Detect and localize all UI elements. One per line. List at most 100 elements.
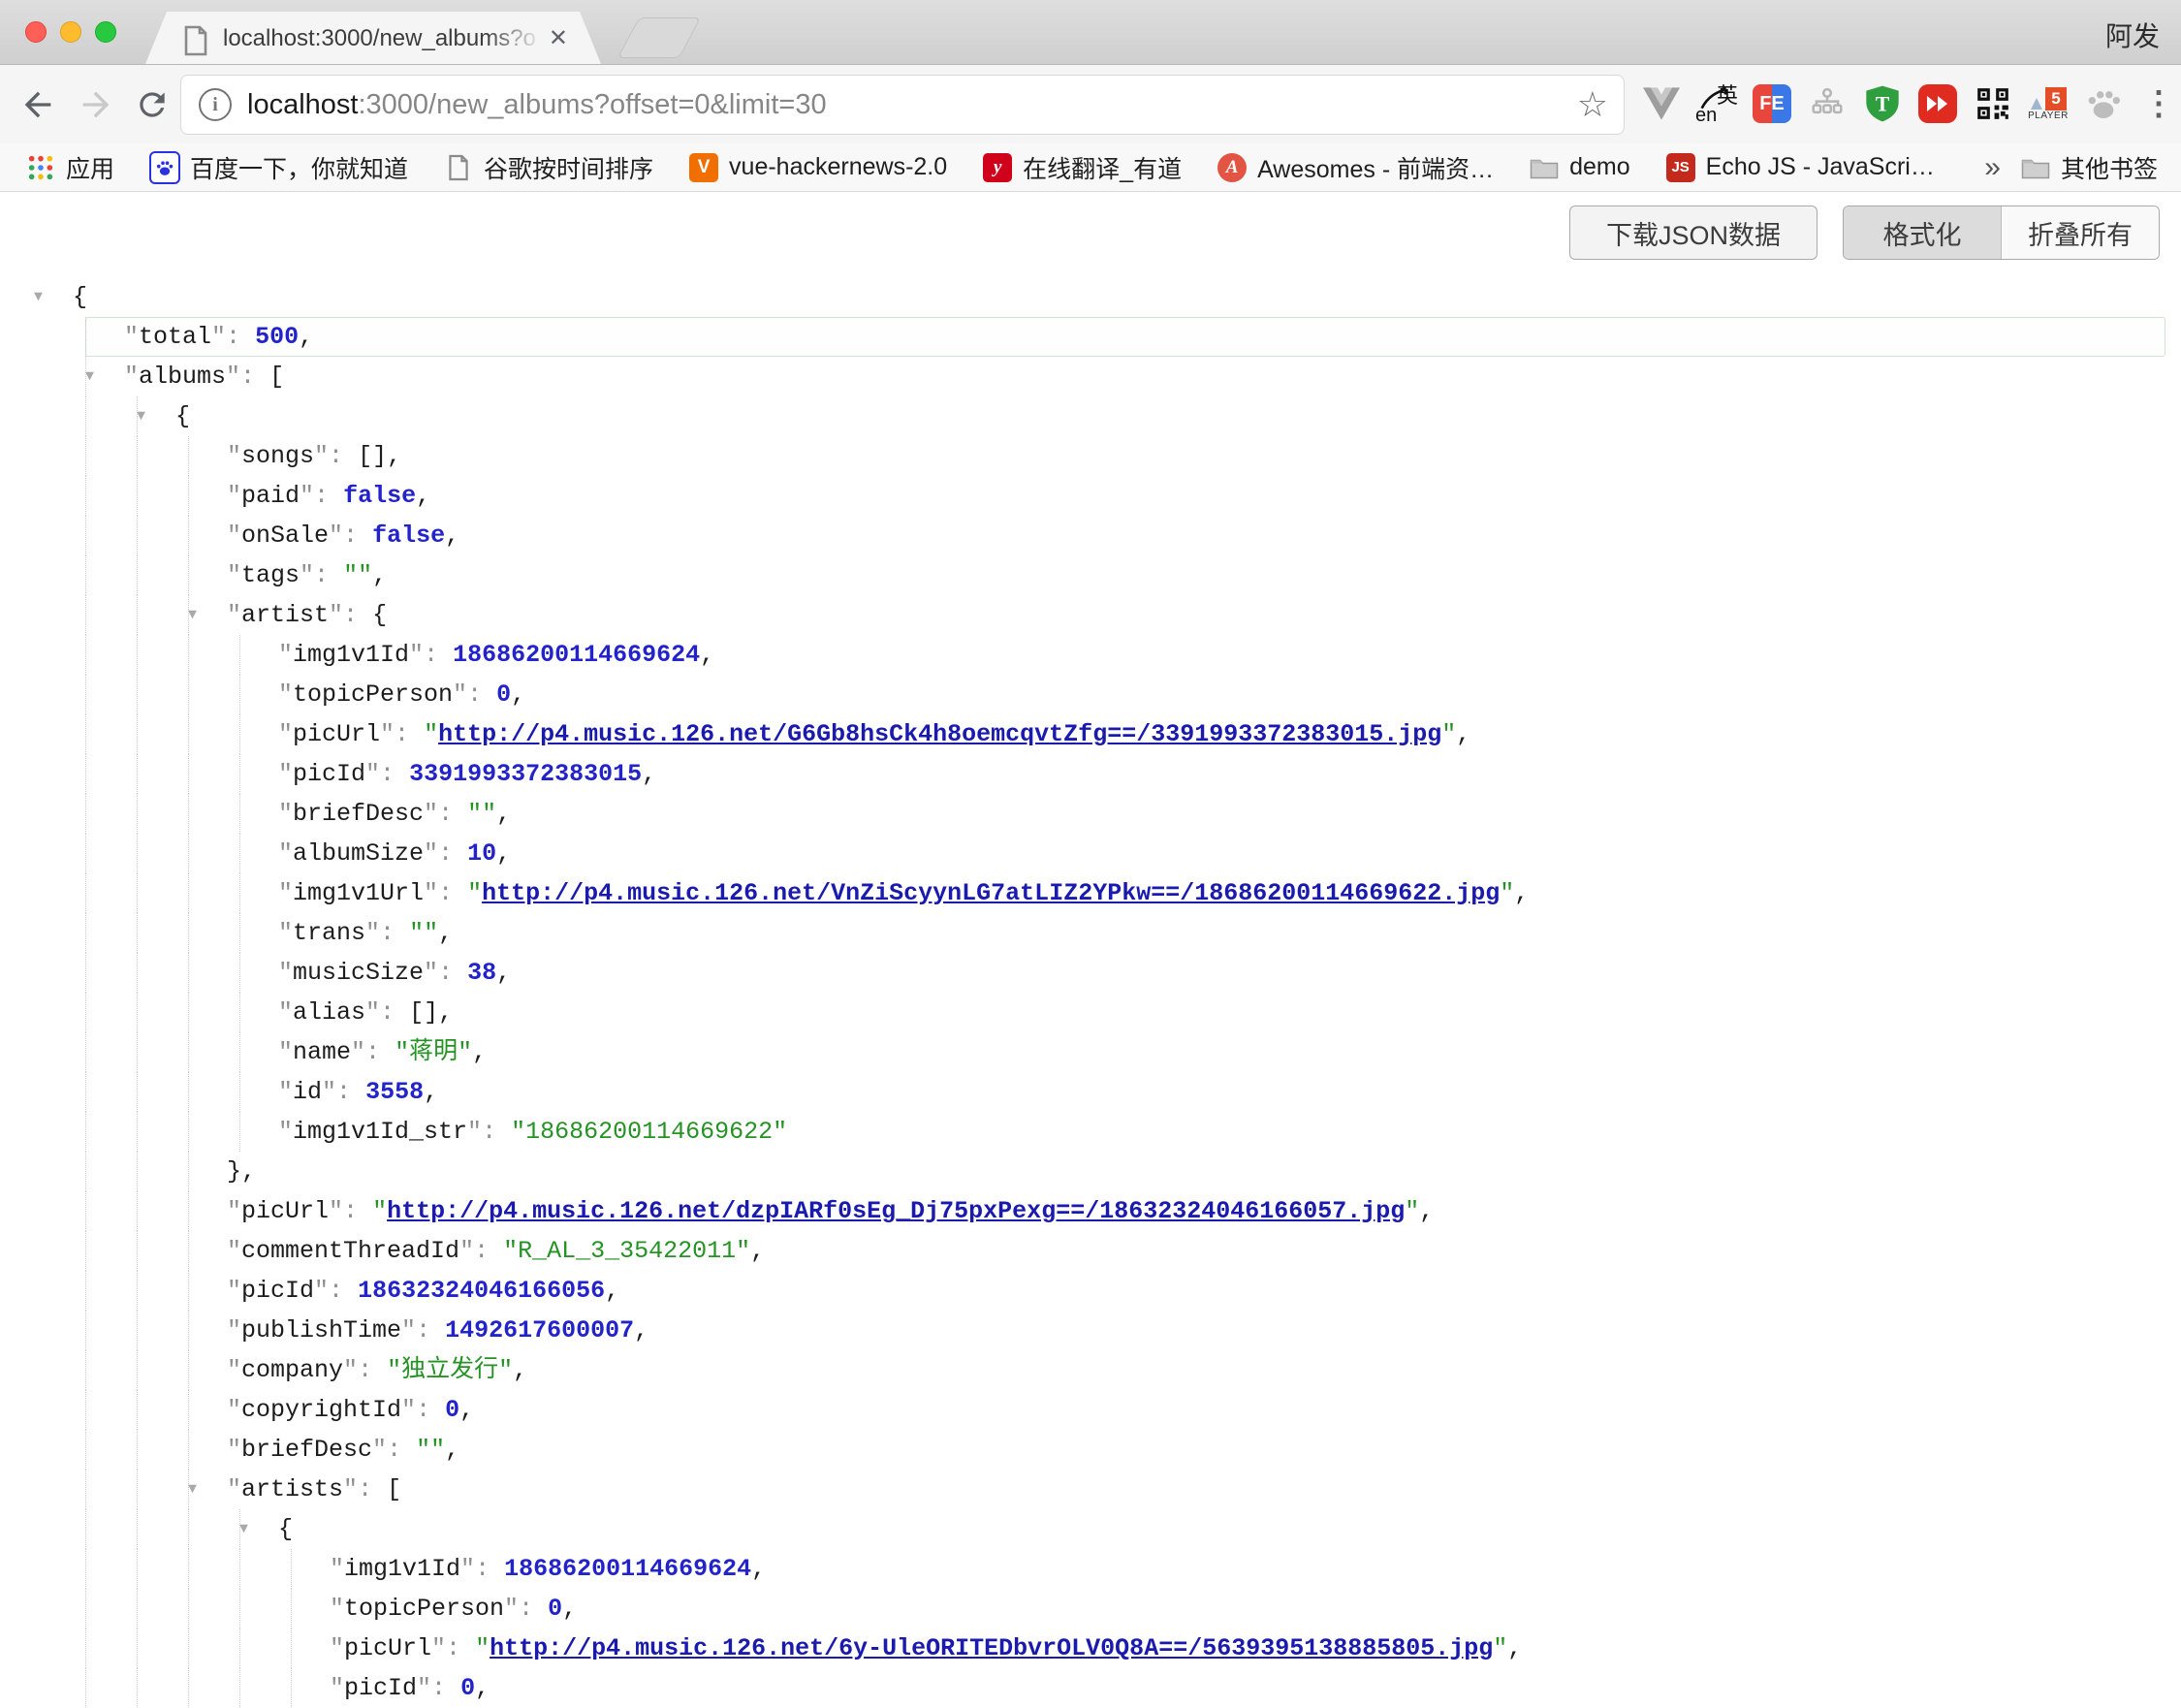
indent-guide — [85, 595, 86, 635]
forward-button[interactable] — [74, 82, 118, 127]
indent-guide — [239, 993, 240, 1032]
maximize-window-button[interactable] — [95, 21, 116, 43]
indent-guide — [188, 913, 189, 953]
json-line: "picUrl": "http://p4.music.126.net/6y-Ul… — [0, 1629, 2181, 1668]
indent-guide — [85, 834, 86, 873]
json-string-value: "" — [343, 561, 372, 589]
indent-guide — [239, 953, 240, 993]
indent-guide — [85, 1629, 86, 1668]
bookmark-item-apps[interactable]: 应用 — [25, 150, 114, 185]
indent-guide — [188, 635, 189, 675]
url-text[interactable]: localhost:3000/new_albums?offset=0&limit… — [247, 89, 827, 121]
indent-guide — [188, 1350, 189, 1390]
bookmark-item-youdao[interactable]: y 在线翻译_有道 — [982, 150, 1182, 185]
url-bar[interactable]: i localhost:3000/new_albums?offset=0&lim… — [180, 75, 1625, 135]
indent-guide — [188, 873, 189, 913]
bookmarks-overflow-icon[interactable]: » — [1984, 151, 2001, 184]
json-key: img1v1Id — [293, 641, 409, 669]
paw-icon[interactable] — [2082, 82, 2125, 125]
profile-name[interactable]: 阿发 — [2105, 16, 2160, 54]
json-key: name — [293, 1038, 351, 1066]
tampermonkey-shield-icon[interactable]: T — [1861, 82, 1904, 125]
bookmark-item-demo[interactable]: demo — [1529, 152, 1630, 183]
indent-guide — [137, 1509, 138, 1549]
indent-guide — [85, 1152, 86, 1191]
indent-guide — [137, 953, 138, 993]
indent-guide — [85, 1072, 86, 1112]
browser-tab[interactable]: localhost:3000/new_albums?o ✕ — [145, 12, 601, 64]
bookmark-other-folder[interactable]: 其他书签 — [2020, 150, 2158, 185]
reload-button[interactable] — [130, 82, 174, 127]
bookmark-item-awesomes[interactable]: A Awesomes - 前端资… — [1217, 150, 1494, 185]
indent-guide — [188, 834, 189, 873]
apps-grid-icon — [25, 152, 56, 183]
collapse-toggle-icon[interactable]: ▼ — [188, 595, 197, 635]
url-link[interactable]: http://p4.music.126.net/dzpIARf0sEg_Dj75… — [387, 1197, 1405, 1225]
json-string-value: "" — [467, 800, 496, 828]
indent-guide — [137, 993, 138, 1032]
indent-guide — [137, 834, 138, 873]
format-button[interactable]: 格式化 — [1844, 206, 2002, 259]
url-link[interactable]: http://p4.music.126.net/VnZiScyynLG7atLI… — [482, 879, 1500, 907]
json-line: ▼{ — [0, 277, 2181, 317]
json-key: topicPerson — [344, 1595, 504, 1623]
translate-icon[interactable]: 英 en — [1695, 82, 1738, 125]
indent-guide — [188, 1668, 189, 1708]
json-line: "company": "独立发行", — [0, 1350, 2181, 1390]
bookmark-item-echojs[interactable]: JS Echo JS - JavaScri… — [1665, 152, 1935, 183]
url-link[interactable]: http://p4.music.126.net/6y-UleORITEDbvrO… — [490, 1634, 1493, 1662]
close-window-button[interactable] — [25, 21, 47, 43]
download-json-button[interactable]: 下载JSON数据 — [1569, 206, 1818, 260]
indent-guide — [137, 1470, 138, 1509]
back-button[interactable] — [16, 82, 60, 127]
json-line: "copyrightId": 0, — [0, 1390, 2181, 1430]
tab-title: localhost:3000/new_albums?o — [223, 25, 543, 54]
json-key: id — [293, 1078, 322, 1106]
h5player-icon[interactable]: 5 PLAYER — [2027, 82, 2070, 125]
collapse-toggle-icon[interactable]: ▼ — [188, 1470, 197, 1509]
new-tab-button[interactable] — [617, 17, 701, 58]
youdao-y-icon: y — [982, 152, 1013, 183]
json-key: songs — [241, 442, 314, 470]
collapse-toggle-icon[interactable]: ▼ — [137, 396, 145, 436]
json-line: "briefDesc": "", — [0, 1430, 2181, 1470]
json-tree: ▼{"total": 500,▼"albums": [▼{"songs": []… — [0, 277, 2181, 1708]
indent-guide — [85, 754, 86, 794]
indent-guide — [85, 794, 86, 834]
vue-devtools-icon[interactable] — [1640, 82, 1683, 125]
indent-guide — [85, 675, 86, 714]
collapse-all-button[interactable]: 折叠所有 — [2002, 206, 2159, 259]
json-line: ▼{ — [0, 396, 2181, 436]
indent-guide — [85, 913, 86, 953]
minimize-window-button[interactable] — [60, 21, 81, 43]
indent-guide — [239, 1589, 240, 1629]
sitemap-icon[interactable] — [1806, 82, 1849, 125]
window-titlebar: localhost:3000/new_albums?o ✕ 阿发 — [0, 0, 2181, 65]
bookmark-item-google-sort[interactable]: 谷歌按时间排序 — [443, 150, 653, 185]
indent-guide — [137, 1032, 138, 1072]
bookmark-item-vue-hackernews[interactable]: V vue-hackernews-2.0 — [688, 152, 947, 183]
fast-forward-icon[interactable] — [1916, 82, 1959, 125]
json-string-value: "独立发行" — [387, 1356, 513, 1384]
indent-guide — [85, 1430, 86, 1470]
url-link[interactable]: http://p4.music.126.net/G6Gb8hsCk4h8oemc… — [438, 720, 1441, 748]
json-key: img1v1Id — [344, 1555, 460, 1583]
bookmark-star-icon[interactable]: ☆ — [1577, 84, 1608, 125]
collapse-toggle-icon[interactable]: ▼ — [85, 357, 94, 396]
collapse-toggle-icon[interactable]: ▼ — [34, 277, 43, 317]
qr-code-icon[interactable] — [1972, 82, 2014, 125]
site-info-icon[interactable]: i — [199, 88, 232, 121]
close-tab-icon[interactable]: ✕ — [549, 24, 568, 52]
indent-guide — [188, 1191, 189, 1231]
indent-guide — [137, 436, 138, 476]
browser-menu-icon[interactable]: ⋮ — [2137, 82, 2180, 125]
indent-guide — [188, 953, 189, 993]
indent-guide — [188, 1509, 189, 1549]
json-number-value: 10 — [467, 839, 496, 868]
navigation-toolbar: i localhost:3000/new_albums?offset=0&lim… — [0, 65, 2181, 143]
indent-guide — [85, 1112, 86, 1152]
fe-helper-icon[interactable]: FE — [1751, 82, 1793, 125]
bookmark-item-baidu[interactable]: 百度一下，你就知道 — [149, 150, 408, 185]
json-punctuation: [] — [409, 998, 438, 1027]
collapse-toggle-icon[interactable]: ▼ — [239, 1509, 248, 1549]
